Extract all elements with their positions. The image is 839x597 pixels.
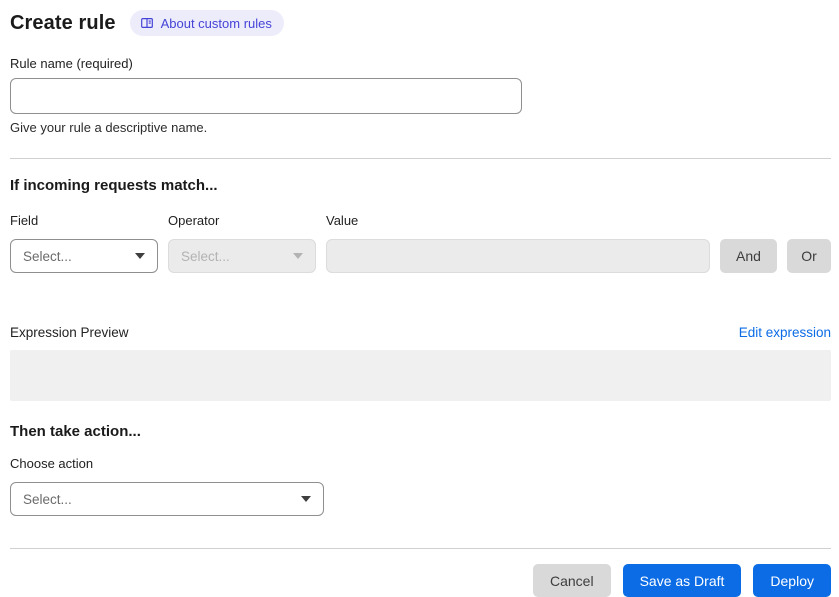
- rule-name-helper: Give your rule a descriptive name.: [10, 120, 208, 135]
- cancel-button[interactable]: Cancel: [532, 564, 611, 597]
- footer-actions: Cancel Save as Draft Deploy: [10, 564, 831, 597]
- badge-label: About custom rules: [160, 15, 272, 31]
- book-icon: [140, 16, 154, 30]
- or-button[interactable]: Or: [787, 239, 831, 273]
- operator-select-value: Select...: [181, 248, 230, 264]
- header: Create rule About custom rules: [10, 10, 831, 36]
- action-section-heading: Then take action...: [10, 423, 141, 440]
- edit-expression-link[interactable]: Edit expression: [739, 325, 831, 340]
- create-rule-page: Create rule About custom rules Rule name…: [0, 0, 839, 597]
- chevron-down-icon: [135, 253, 145, 259]
- chevron-down-icon: [293, 253, 303, 259]
- page-title: Create rule: [10, 11, 116, 34]
- match-section-heading: If incoming requests match...: [10, 177, 218, 194]
- action-select[interactable]: Select...: [10, 482, 324, 516]
- match-builder-row: Field Operator Value Select... Select...…: [10, 213, 831, 273]
- field-label: Field: [10, 213, 39, 228]
- operator-label: Operator: [168, 213, 220, 228]
- rule-name-label: Rule name (required): [10, 56, 133, 71]
- expression-preview-box: [10, 350, 831, 401]
- rule-name-input[interactable]: [10, 78, 522, 114]
- deploy-button[interactable]: Deploy: [753, 564, 831, 597]
- expression-preview-label: Expression Preview: [10, 325, 129, 340]
- choose-action-label: Choose action: [10, 456, 94, 471]
- and-button[interactable]: And: [720, 239, 777, 273]
- save-as-draft-button[interactable]: Save as Draft: [622, 564, 742, 597]
- value-input: [326, 239, 710, 273]
- field-select[interactable]: Select...: [10, 239, 158, 273]
- about-custom-rules-badge[interactable]: About custom rules: [129, 10, 284, 36]
- action-select-value: Select...: [23, 491, 72, 507]
- value-label: Value: [326, 213, 359, 228]
- expression-preview-row: Expression Preview Edit expression: [10, 325, 831, 340]
- field-select-value: Select...: [23, 248, 72, 264]
- divider: [10, 548, 831, 549]
- operator-select: Select...: [168, 239, 316, 273]
- chevron-down-icon: [301, 496, 311, 502]
- divider: [10, 158, 831, 159]
